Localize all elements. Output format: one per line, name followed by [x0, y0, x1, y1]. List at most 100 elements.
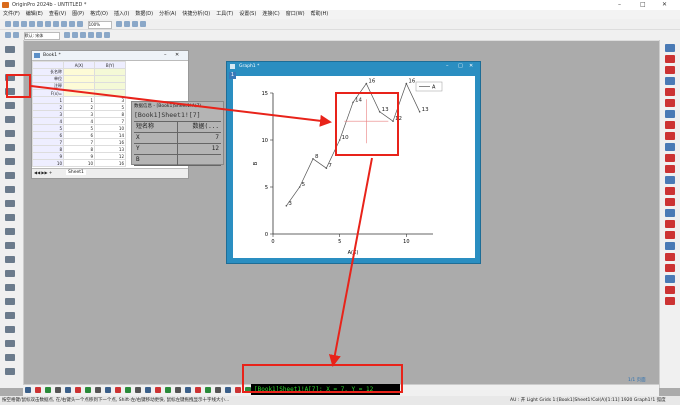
ellipse-tool-icon[interactable] [5, 200, 15, 207]
new-matrix-icon[interactable] [77, 21, 83, 27]
meta-cell[interactable] [63, 89, 95, 97]
table-cell[interactable]: 3 [63, 110, 95, 118]
line-color-icon[interactable] [96, 32, 103, 38]
font-color-icon[interactable] [88, 32, 95, 38]
data-point[interactable] [285, 205, 288, 207]
table-cell[interactable]: 16 [94, 138, 126, 146]
table-cell[interactable]: 2 [63, 103, 95, 111]
worksheet-titlebar[interactable]: Book1 * – ✕ [32, 51, 188, 61]
graph-minimize-icon[interactable]: – [446, 63, 449, 69]
bold-icon[interactable] [64, 32, 71, 38]
plot-type-icon-3[interactable] [55, 387, 61, 393]
graph-tool-icon-5[interactable] [665, 99, 675, 107]
graph-tool-icon-11[interactable] [665, 165, 675, 173]
plot-type-icon-15[interactable] [175, 387, 181, 393]
tab-nav-icon[interactable]: ◀◀ ▶▶ + [34, 170, 52, 175]
code-builder-icon[interactable] [124, 21, 131, 27]
graph-tool-icon-7[interactable] [665, 121, 675, 129]
graph-tool-icon-12[interactable] [665, 176, 675, 184]
copy-icon[interactable] [45, 21, 51, 27]
plot-type-icon-1[interactable] [35, 387, 41, 393]
row-number[interactable]: 3 [32, 110, 64, 118]
pointer-tool-icon[interactable] [5, 46, 15, 53]
plot-type-icon-11[interactable] [135, 387, 141, 393]
layer-icon[interactable] [5, 32, 11, 38]
graph-tool-icon-14[interactable] [665, 198, 675, 206]
plot-type-icon-5[interactable] [75, 387, 81, 393]
fill-color-icon[interactable] [104, 32, 111, 38]
new-project-icon[interactable] [5, 21, 11, 27]
print-icon[interactable] [37, 21, 43, 27]
text-tool-icon[interactable] [5, 144, 15, 151]
graph-tool-icon-13[interactable] [665, 187, 675, 195]
table-cell[interactable]: 1 [63, 96, 95, 104]
rectangle-tool-icon[interactable] [5, 186, 15, 193]
table-cell[interactable]: 8 [63, 145, 95, 153]
data-point[interactable] [365, 82, 368, 85]
save-icon[interactable] [21, 21, 27, 27]
row-number[interactable]: 8 [32, 145, 64, 153]
region-tool-icon[interactable] [5, 228, 15, 235]
plot-type-icon-17[interactable] [195, 387, 201, 393]
line-tool-icon[interactable] [5, 172, 15, 179]
meta-cell[interactable] [63, 68, 95, 76]
plot-type-icon-7[interactable] [95, 387, 101, 393]
data-point[interactable] [325, 167, 328, 169]
menu-item-3[interactable]: 图(P) [72, 10, 84, 19]
column-header[interactable]: B(Y) [94, 61, 126, 69]
row-number[interactable]: 11 [32, 166, 64, 167]
worksheet-close-icon[interactable]: ✕ [175, 52, 179, 58]
mask-tool-icon[interactable] [5, 130, 15, 137]
row-number[interactable]: 10 [32, 159, 64, 167]
plot-type-icon-4[interactable] [65, 387, 71, 393]
italic-icon[interactable] [72, 32, 79, 38]
menu-item-8[interactable]: 快捷分析(Q) [182, 10, 210, 19]
plot-type-icon-9[interactable] [115, 387, 121, 393]
graph-tool-icon-17[interactable] [665, 231, 675, 239]
timestamp-tool-icon[interactable] [5, 340, 15, 347]
rescale-icon[interactable] [13, 32, 19, 38]
menu-item-6[interactable]: 数据(D) [135, 10, 153, 19]
plot-type-icon-20[interactable] [225, 387, 231, 393]
table-cell[interactable]: 13 [94, 145, 126, 153]
tab-sheet1[interactable]: Sheet1 [66, 170, 86, 175]
plot-type-icon-10[interactable] [125, 387, 131, 393]
zoom-select[interactable]: 100% [87, 21, 112, 29]
table-cell[interactable]: 13 [94, 166, 126, 167]
layer-tool-icon[interactable] [5, 312, 15, 319]
meta-cell[interactable] [63, 75, 95, 83]
meta-cell[interactable] [94, 68, 126, 76]
worksheet-minimize-icon[interactable]: – [164, 52, 167, 58]
legend-tool-icon[interactable] [5, 284, 15, 291]
table-cell[interactable]: 10 [63, 159, 95, 167]
embed-tool-icon[interactable] [5, 326, 15, 333]
plot-type-icon-18[interactable] [205, 387, 211, 393]
draw-data-tool-icon[interactable] [5, 242, 15, 249]
row-number[interactable]: 1 [32, 96, 64, 104]
row-number[interactable]: 7 [32, 138, 64, 146]
graph-tool-icon-1[interactable] [665, 55, 675, 63]
graph-tool-icon-8[interactable] [665, 132, 675, 140]
new-workbook-icon[interactable] [61, 21, 67, 27]
font-select[interactable]: 默认: 宋体 [23, 32, 60, 40]
plot-type-icon-16[interactable] [185, 387, 191, 393]
layer-badge[interactable]: 1 [229, 72, 236, 79]
results-log-icon[interactable] [132, 21, 139, 27]
table-cell[interactable]: 16 [94, 159, 126, 167]
graph-tool-icon-16[interactable] [665, 220, 675, 228]
graph-tool-icon-21[interactable] [665, 275, 675, 283]
graph-tool-icon-9[interactable] [665, 143, 675, 151]
plot-type-icon-12[interactable] [145, 387, 151, 393]
table-cell[interactable]: 7 [94, 117, 126, 125]
command-window-icon[interactable] [140, 21, 147, 27]
row-number[interactable]: 2 [32, 103, 64, 111]
graph-tool-icon-15[interactable] [665, 209, 675, 217]
plot-type-icon-14[interactable] [165, 387, 171, 393]
meta-cell[interactable] [94, 89, 126, 97]
open-icon[interactable] [13, 21, 19, 27]
graph-tool-icon-22[interactable] [665, 286, 675, 294]
table-cell[interactable]: 12 [94, 152, 126, 160]
menu-item-2[interactable]: 查看(V) [49, 10, 66, 19]
screen-reader-tool-icon[interactable] [5, 102, 15, 109]
underline-icon[interactable] [80, 32, 87, 38]
